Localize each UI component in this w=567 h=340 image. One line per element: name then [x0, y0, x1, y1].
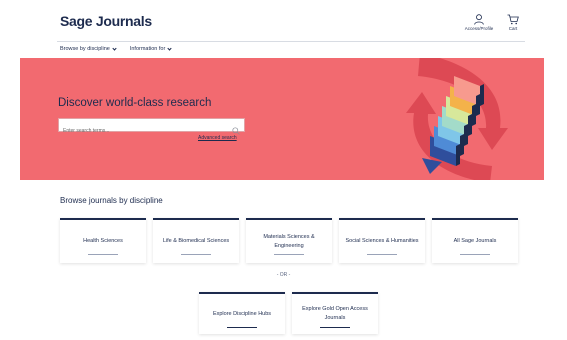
hero-illustration: [400, 58, 510, 180]
card-underline: [274, 254, 304, 255]
card-underline: [88, 254, 118, 255]
cart-button[interactable]: Cart: [505, 14, 521, 31]
discipline-card-social-humanities[interactable]: Social Sciences & Humanities: [339, 218, 425, 263]
card-label: Explore Gold Open Access Journals: [302, 306, 368, 321]
card-label: Explore Discipline Hubs: [212, 310, 272, 317]
nav-item-label: Browse by discipline: [60, 46, 110, 52]
sage-journals-logo[interactable]: Sage Journals: [60, 13, 152, 29]
header-divider: [57, 41, 525, 42]
card-label: Social Sciences & Humanities: [345, 238, 419, 244]
card-underline: [460, 254, 490, 255]
nav-information-for[interactable]: Information for: [129, 43, 172, 55]
main-nav: Browse by discipline Information for: [60, 43, 172, 55]
site-header: Sage Journals Access/Profile Cart: [0, 0, 567, 42]
advanced-search-link[interactable]: Advanced search: [198, 135, 237, 141]
discipline-cards: Health Sciences Life & Biomedical Scienc…: [60, 218, 518, 263]
user-icon: [463, 14, 495, 25]
card-underline: [320, 327, 350, 328]
discipline-card-materials-engineering[interactable]: Materials Sciences & Engineering: [246, 218, 332, 263]
hero-title: Discover world-class research: [58, 97, 212, 109]
page: Sage Journals Access/Profile Cart Browse…: [0, 0, 567, 340]
card-label: Health Sciences: [83, 238, 123, 244]
discipline-card-life-biomedical[interactable]: Life & Biomedical Sciences: [153, 218, 239, 263]
nav-browse-by-discipline[interactable]: Browse by discipline: [60, 43, 117, 55]
explore-cards: Explore Discipline Hubs Explore Gold Ope…: [199, 292, 378, 334]
nav-item-label: Information for: [129, 46, 166, 52]
cart-icon: [505, 14, 521, 25]
explore-gold-open-access-card[interactable]: Explore Gold Open Access Journals: [292, 292, 378, 334]
card-underline: [367, 254, 397, 255]
or-divider: - OR -: [276, 272, 291, 278]
card-label: Materials Sciences & Engineering: [263, 233, 315, 249]
discipline-card-health-sciences[interactable]: Health Sciences: [60, 218, 146, 263]
card-underline: [227, 327, 257, 328]
card-underline: [181, 254, 211, 255]
discipline-card-all-journals[interactable]: All Sage Journals: [432, 218, 518, 263]
cart-label: Cart: [508, 26, 518, 31]
explore-discipline-hubs-card[interactable]: Explore Discipline Hubs: [199, 292, 285, 334]
search-box: [58, 118, 245, 138]
chevron-down-icon: [112, 45, 117, 51]
card-label: All Sage Journals: [453, 238, 497, 244]
hero-banner: Discover world-class research Advanced s…: [20, 58, 544, 180]
account-label: Access/Profile: [464, 26, 494, 31]
chevron-down-icon: [167, 45, 172, 51]
card-label: Life & Biomedical Sciences: [162, 238, 230, 244]
account-profile-button[interactable]: Access/Profile: [463, 14, 495, 31]
browse-section-title: Browse journals by discipline: [60, 196, 163, 205]
